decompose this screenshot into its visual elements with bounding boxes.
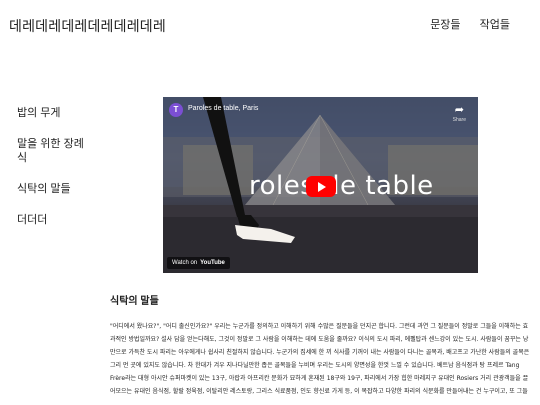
channel-avatar[interactable]: T — [169, 103, 183, 117]
video-overlay-text: roles de table — [249, 171, 434, 201]
top-nav: 문장들 작업들 — [414, 16, 510, 32]
watch-on-youtube-button[interactable]: Watch on YouTube — [167, 257, 230, 269]
video-embed[interactable]: T Paroles de table, Paris ➦ Share roles … — [163, 97, 478, 273]
sidebar-item-more[interactable]: 더더더 — [17, 213, 92, 227]
nav-item-works[interactable]: 작업들 — [480, 19, 510, 31]
video-title[interactable]: Paroles de table, Paris — [188, 105, 258, 112]
youtube-logo: YouTube — [200, 260, 225, 266]
article-title: 식탁의 말들 — [110, 296, 159, 307]
sidebar-item-table-words[interactable]: 식탁의 말들 — [17, 182, 92, 196]
sidebar: 밥의 무게 말을 위한 장례식 식탁의 말들 더더더 — [17, 106, 92, 244]
nav-item-sentences[interactable]: 문장들 — [430, 19, 460, 31]
share-label[interactable]: Share — [453, 117, 466, 123]
play-button[interactable] — [306, 176, 336, 197]
watch-on-label: Watch on — [172, 260, 198, 266]
sidebar-item-weight-of-rice[interactable]: 밥의 무게 — [17, 106, 92, 120]
share-icon[interactable]: ➦ — [455, 103, 464, 116]
sidebar-item-funeral-for-words[interactable]: 말을 위한 장례식 — [17, 137, 92, 165]
article-body: "어디에서 왔나요?", "어디 출신인가요?" 우리는 누군가를 정의하고 이… — [110, 323, 530, 395]
site-title[interactable]: 데레데레데레데레데레데레 — [9, 16, 166, 36]
